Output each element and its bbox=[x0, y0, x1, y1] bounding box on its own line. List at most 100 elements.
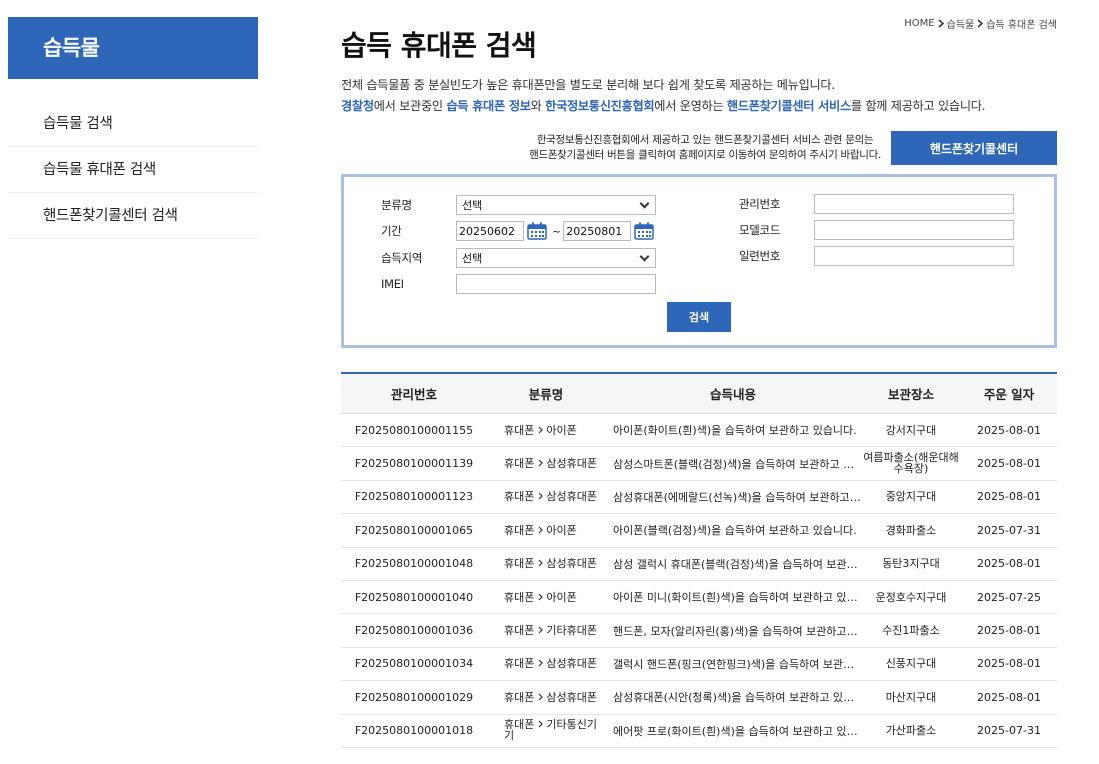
cell-category: 휴대폰 아이폰 bbox=[487, 591, 605, 604]
sidebar-item-lost-phone-search[interactable]: 습득물 휴대폰 검색 bbox=[8, 147, 258, 193]
header-place[interactable]: 보관장소 bbox=[861, 384, 961, 403]
cell-mgmt-no[interactable]: F2025080100001155 bbox=[341, 424, 487, 437]
desc-text: 에서 보관중인 bbox=[373, 99, 447, 113]
region-row: 습득지역 선택 bbox=[381, 248, 656, 268]
header-category[interactable]: 분류명 bbox=[487, 384, 605, 403]
category-row: 분류명 선택 bbox=[381, 195, 656, 215]
cell-mgmt-no[interactable]: F2025080100001034 bbox=[341, 657, 487, 670]
chevron-right-icon bbox=[538, 459, 543, 467]
cell-place-label: 운정호수지구대 bbox=[875, 590, 947, 604]
table-row[interactable]: F2025080100001018 휴대폰 기타통신기기 에어팟 프로(화이트(… bbox=[341, 715, 1057, 748]
cell-mgmt-no[interactable]: F2025080100001123 bbox=[341, 490, 487, 503]
cell-content[interactable]: 아이폰(블랙(검정)색)을 습득하여 보관하고 있습니다. bbox=[605, 522, 861, 538]
cell-content[interactable]: 삼성스마트폰(블랙(검정)색)을 습득하여 보관하고 있습니다. bbox=[605, 456, 861, 472]
cell-category-main: 휴대폰 bbox=[504, 457, 535, 471]
description-line-2: 경찰청에서 보관중인 습득 휴대폰 정보와 한국정보통신진흥협회에서 운영하는 … bbox=[341, 96, 1057, 117]
cell-mgmt-no[interactable]: F2025080100001029 bbox=[341, 691, 487, 704]
cell-place: 마산지구대 bbox=[861, 691, 961, 704]
sidebar-item-lost-item-search[interactable]: 습득물 검색 bbox=[8, 101, 258, 147]
cell-content[interactable]: 삼성휴대폰(시안(청록)색)을 습득하여 보관하고 있습니다. bbox=[605, 689, 861, 705]
cell-content[interactable]: 삼성휴대폰(에메랄드(선녹)색)을 습득하여 보관하고 있습니다. bbox=[605, 489, 861, 505]
cell-date: 2025-08-01 bbox=[977, 490, 1041, 504]
cell-category-main: 휴대폰 bbox=[504, 557, 535, 571]
cell-category-main: 휴대폰 bbox=[504, 423, 535, 437]
cell-category-sub: 삼성휴대폰 bbox=[546, 490, 597, 504]
calendar-icon[interactable] bbox=[634, 222, 654, 240]
cell-category: 휴대폰 삼성휴대폰 bbox=[487, 457, 605, 470]
cell-category-sub: 기타휴대폰 bbox=[546, 624, 597, 638]
cell-category: 휴대폰 삼성휴대폰 bbox=[487, 490, 605, 503]
cell-place-label: 신풍지구대 bbox=[885, 657, 937, 671]
cell-place-label: 수진1파출소 bbox=[882, 624, 940, 638]
cell-content[interactable]: 에어팟 프로(화이트(흰)색)을 습득하여 보관하고 있습니다. bbox=[605, 723, 861, 739]
table-header: 관리번호 분류명 습득내용 보관장소 주운 일자 bbox=[341, 374, 1057, 414]
cell-place-label: 여름파출소(해운대해수욕장) bbox=[863, 451, 959, 476]
cell-content[interactable]: 갤럭시 핸드폰(핑크(연한핑크)색)을 습득하여 보관하고 있습니다. bbox=[605, 656, 861, 672]
header-mgmt-no[interactable]: 관리번호 bbox=[341, 384, 487, 403]
cell-mgmt-no[interactable]: F2025080100001036 bbox=[341, 624, 487, 637]
highlight-kait: 한국정보통신진흥협회 bbox=[545, 99, 655, 113]
cell-content[interactable]: 아이폰 미니(화이트(흰)색)을 습득하여 보관하고 있습니다. bbox=[605, 589, 861, 605]
cell-place-label: 마산지구대 bbox=[885, 690, 937, 704]
table-row[interactable]: F2025080100001029 휴대폰 삼성휴대폰 삼성휴대폰(시안(청록)… bbox=[341, 681, 1057, 715]
serial-no-row: 일련번호 bbox=[739, 246, 1014, 266]
cell-category: 휴대폰 삼성휴대폰 bbox=[487, 691, 605, 704]
cell-place-label: 가산파출소 bbox=[885, 724, 937, 738]
mgmt-no-input[interactable] bbox=[814, 194, 1014, 214]
date-from-input[interactable] bbox=[456, 221, 524, 241]
table-row[interactable]: F2025080100001155 휴대폰 아이폰 아이폰(화이트(흰)색)을 … bbox=[341, 414, 1057, 448]
sidebar-item-callcenter-search[interactable]: 핸드폰찾기콜센터 검색 bbox=[8, 193, 258, 239]
cell-category-sub: 삼성휴대폰 bbox=[546, 690, 597, 704]
table-row[interactable]: F2025080100001065 휴대폰 아이폰 아이폰(블랙(검정)색)을 … bbox=[341, 514, 1057, 548]
cell-content[interactable]: 삼성 갤럭시 휴대폰(블랙(검정)색)을 습득하여 보관하고 있습니다. bbox=[605, 556, 861, 572]
imei-row: IMEI bbox=[381, 274, 656, 294]
cell-mgmt-no[interactable]: F2025080100001048 bbox=[341, 557, 487, 570]
cell-category-main: 휴대폰 bbox=[504, 657, 535, 671]
cell-place-label: 중앙지구대 bbox=[885, 490, 937, 504]
table-row[interactable]: F2025080100001139 휴대폰 삼성휴대폰 삼성스마트폰(블랙(검정… bbox=[341, 447, 1057, 481]
cell-category: 휴대폰 삼성휴대폰 bbox=[487, 657, 605, 670]
highlight-phone-info: 습득 휴대폰 정보 bbox=[446, 99, 531, 113]
desc-text: 와 bbox=[530, 99, 546, 113]
table-row[interactable]: F2025080100001034 휴대폰 삼성휴대폰 갤럭시 핸드폰(핑크(연… bbox=[341, 648, 1057, 682]
header-date[interactable]: 주운 일자 bbox=[961, 384, 1057, 403]
chevron-right-icon bbox=[538, 626, 543, 634]
cell-category-sub: 아이폰 bbox=[546, 423, 577, 437]
category-select[interactable]: 선택 bbox=[456, 195, 656, 215]
cell-mgmt-no[interactable]: F2025080100001018 bbox=[341, 724, 487, 737]
imei-label: IMEI bbox=[381, 277, 404, 291]
chevron-down-icon bbox=[639, 198, 650, 208]
cell-mgmt-no[interactable]: F2025080100001139 bbox=[341, 457, 487, 470]
date-to-input[interactable] bbox=[563, 221, 632, 241]
cell-date: 2025-07-31 bbox=[977, 724, 1041, 738]
callcenter-notice: 한국정보통신진흥협회에서 제공하고 있는 핸드폰찾기콜센터 서비스 관련 문의는… bbox=[529, 133, 881, 163]
mgmt-no-row: 관리번호 bbox=[739, 194, 1014, 214]
description-line-1: 전체 습득물품 중 분실빈도가 높은 휴대폰만을 별도로 분리해 보다 쉽게 찾… bbox=[341, 78, 835, 92]
table-row[interactable]: F2025080100001036 휴대폰 기타휴대폰 핸드폰, 모자(알리자린… bbox=[341, 614, 1057, 648]
region-label: 습득지역 bbox=[381, 251, 423, 265]
cell-mgmt-no[interactable]: F2025080100001040 bbox=[341, 591, 487, 604]
table-body: F2025080100001155 휴대폰 아이폰 아이폰(화이트(흰)색)을 … bbox=[341, 414, 1057, 748]
cell-mgmt-no[interactable]: F2025080100001065 bbox=[341, 524, 487, 537]
cell-place-label: 동탄3지구대 bbox=[882, 557, 940, 571]
cell-category: 휴대폰 아이폰 bbox=[487, 424, 605, 437]
cell-content[interactable]: 핸드폰, 모자(알리자린(홍)색)을 습득하여 보관하고 있습니다. bbox=[605, 623, 861, 639]
table-row[interactable]: F2025080100001123 휴대폰 삼성휴대폰 삼성휴대폰(에메랄드(선… bbox=[341, 481, 1057, 515]
table-row[interactable]: F2025080100001040 휴대폰 아이폰 아이폰 미니(화이트(흰)색… bbox=[341, 581, 1057, 615]
cell-place-label: 경화파출소 bbox=[885, 523, 937, 537]
highlight-police: 경찰청 bbox=[341, 99, 374, 113]
serial-no-input[interactable] bbox=[814, 246, 1014, 266]
model-code-input[interactable] bbox=[814, 220, 1014, 240]
cell-date: 2025-08-01 bbox=[977, 557, 1041, 571]
calendar-icon[interactable] bbox=[527, 222, 547, 240]
search-button[interactable]: 검색 bbox=[667, 302, 731, 332]
callcenter-notice-line-2: 핸드폰찾기콜센터 버튼을 클릭하여 홈페이지로 이동하여 문의하여 주시기 바랍… bbox=[529, 149, 881, 161]
header-content[interactable]: 습득내용 bbox=[605, 384, 861, 403]
cell-content[interactable]: 아이폰(화이트(흰)색)을 습득하여 보관하고 있습니다. bbox=[605, 422, 861, 438]
period-label: 기간 bbox=[381, 224, 402, 238]
callcenter-button[interactable]: 핸드폰찾기콜센터 bbox=[891, 131, 1057, 165]
table-row[interactable]: F2025080100001048 휴대폰 삼성휴대폰 삼성 갤럭시 휴대폰(블… bbox=[341, 548, 1057, 581]
region-select[interactable]: 선택 bbox=[456, 248, 656, 268]
desc-text: 를 함께 제공하고 있습니다. bbox=[850, 99, 986, 113]
imei-input[interactable] bbox=[456, 274, 656, 294]
